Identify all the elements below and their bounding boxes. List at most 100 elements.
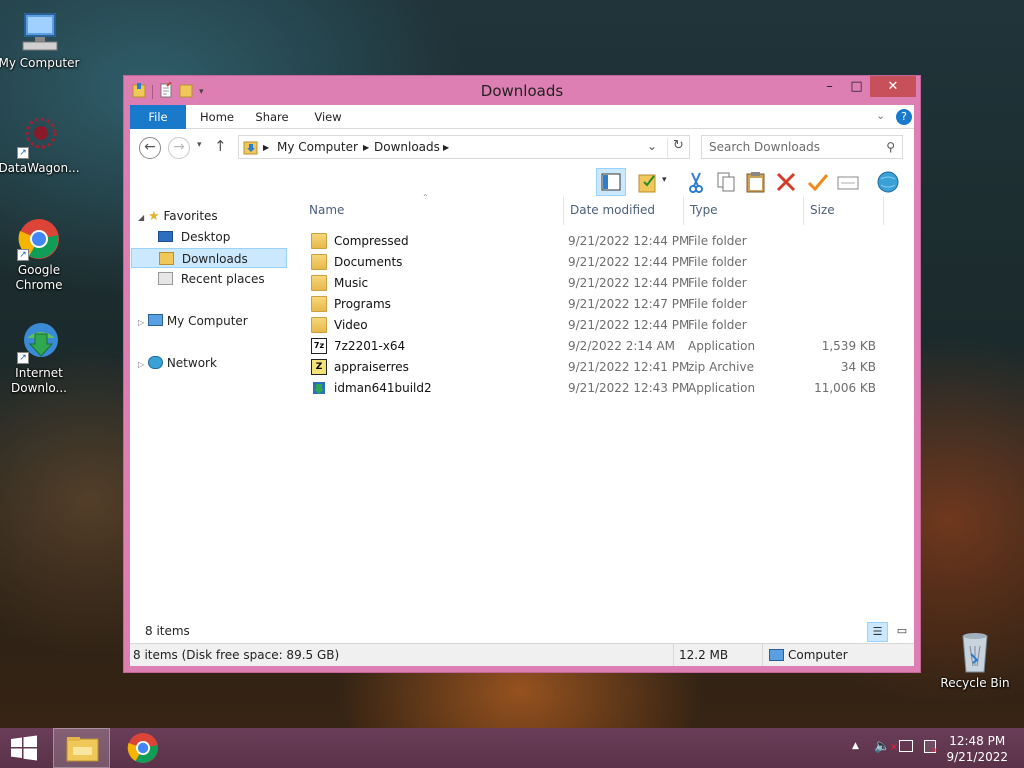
network-status-icon[interactable]	[899, 740, 913, 752]
breadcrumb-separator-icon[interactable]: ▶	[263, 143, 269, 152]
internet-download-manager-icon: ↗	[17, 320, 61, 364]
title-bar[interactable]: ▾ Downloads – □ ✕	[124, 76, 920, 105]
desktop-icon	[158, 231, 173, 242]
file-row-music[interactable]: Music 9/21/2022 12:44 PM File folder	[302, 273, 892, 294]
address-history-icon[interactable]: ⌄	[647, 139, 657, 153]
breadcrumb-my-computer[interactable]: My Computer	[277, 140, 358, 154]
folder-icon	[311, 275, 327, 291]
expand-ribbon-icon[interactable]: ⌄	[876, 109, 885, 122]
help-icon[interactable]: ?	[896, 109, 912, 125]
network-icon	[147, 356, 163, 369]
up-button[interactable]: ↑	[214, 137, 227, 155]
file-row-documents[interactable]: Documents 9/21/2022 12:44 PM File folder	[302, 252, 892, 273]
nav-network[interactable]: ▷ Network	[138, 353, 217, 373]
taskbar-file-explorer[interactable]	[53, 728, 110, 768]
chrome-icon	[127, 733, 158, 763]
status-bar: 8 items (Disk free space: 89.5 GB) 12.2 …	[130, 643, 914, 666]
nav-favorites[interactable]: ◢ ★ Favorites	[138, 206, 218, 226]
file-row-7z2201-x64[interactable]: 7z 7z2201-x64 9/2/2022 2:14 AM Applicati…	[302, 336, 892, 357]
navigation-pane: ◢ ★ Favorites Desktop Downloads Recent p…	[130, 197, 290, 643]
nav-item-desktop-label: Desktop	[180, 230, 231, 244]
column-header-size[interactable]: Size	[810, 203, 835, 217]
breadcrumb-separator-icon[interactable]: ▶	[443, 143, 449, 152]
tab-view[interactable]: View	[305, 105, 351, 129]
file-list: ⌃ Name Date modified Type Size Compresse…	[302, 193, 914, 643]
file-date: 9/21/2022 12:44 PM	[568, 276, 690, 290]
rename-icon[interactable]	[806, 170, 830, 194]
volume-muted-icon[interactable]: 🔈✕	[874, 739, 898, 754]
address-row: ← → ▾ ↑ ▶ My Computer ▶ Downloads ▶ ⌄ ↻ …	[130, 129, 914, 167]
folder-icon	[311, 317, 327, 333]
file-row-idman641build2[interactable]: idman641build2 9/21/2022 12:43 PM Applic…	[302, 378, 892, 399]
action-center-icon[interactable]: ✕	[924, 740, 938, 755]
taskbar: ▲ 🔈✕ ✕ 12:48 PM 9/21/2022	[0, 728, 1024, 768]
delete-icon[interactable]	[774, 170, 798, 194]
desktop-icon-google-chrome[interactable]: ↗ Google Chrome	[0, 217, 81, 293]
details-view-icon[interactable]: ☰	[867, 622, 888, 642]
copy-icon[interactable]	[714, 170, 738, 194]
select-icon[interactable]	[636, 170, 660, 194]
tab-share[interactable]: Share	[250, 105, 294, 129]
desktop-icon-label: Internet Downlo...	[11, 366, 67, 395]
start-button[interactable]	[0, 728, 48, 768]
column-header-name[interactable]: Name	[309, 203, 344, 217]
tab-file[interactable]: File	[130, 105, 186, 129]
forward-button[interactable]: →	[168, 137, 190, 159]
back-button[interactable]: ←	[139, 137, 161, 159]
minimize-button[interactable]: –	[816, 76, 843, 97]
nav-item-downloads[interactable]: Downloads	[131, 248, 287, 268]
file-row-video[interactable]: Video 9/21/2022 12:44 PM File folder	[302, 315, 892, 336]
show-hidden-icons-button[interactable]: ▲	[852, 741, 859, 751]
breadcrumb-downloads[interactable]: Downloads	[374, 140, 440, 154]
file-date: 9/21/2022 12:43 PM	[568, 381, 690, 395]
file-row-programs[interactable]: Programs 9/21/2022 12:47 PM File folder	[302, 294, 892, 315]
preview-pane-button[interactable]	[596, 168, 626, 196]
ribbon-tabs: File Home Share View ⌄ ?	[130, 105, 914, 129]
paste-icon[interactable]	[744, 170, 768, 194]
recent-locations-icon[interactable]: ▾	[197, 140, 202, 150]
column-divider[interactable]	[803, 197, 804, 225]
globe-icon[interactable]	[876, 170, 900, 194]
taskbar-clock[interactable]: 12:48 PM 9/21/2022	[946, 733, 1008, 765]
taskbar-chrome[interactable]	[117, 728, 169, 768]
close-button[interactable]: ✕	[870, 76, 916, 97]
search-input[interactable]: Search Downloads ⚲	[701, 135, 903, 159]
desktop-icon-datawagon[interactable]: ↗ DataWagon...	[0, 115, 81, 176]
properties-icon[interactable]	[836, 170, 860, 194]
file-date: 9/21/2022 12:47 PM	[568, 297, 690, 311]
file-type: File folder	[688, 276, 747, 290]
file-type: Application	[688, 339, 756, 353]
tab-home[interactable]: Home	[192, 105, 242, 129]
column-header-type[interactable]: Type	[690, 203, 718, 217]
search-icon[interactable]: ⚲	[886, 136, 895, 158]
column-divider[interactable]	[883, 197, 884, 225]
desktop-icon-internet-download-manager[interactable]: ↗ Internet Downlo...	[0, 320, 81, 396]
address-bar[interactable]: ▶ My Computer ▶ Downloads ▶ ⌄ ↻	[238, 135, 690, 159]
select-dropdown-icon[interactable]: ▾	[662, 175, 667, 185]
column-divider[interactable]	[683, 197, 684, 225]
expand-arrow-icon[interactable]: ▷	[138, 318, 144, 327]
nav-item-recent-places[interactable]: Recent places	[158, 269, 265, 289]
explorer-body: ◢ ★ Favorites Desktop Downloads Recent p…	[130, 193, 914, 643]
file-date: 9/2/2022 2:14 AM	[568, 339, 676, 353]
nav-my-computer-label: My Computer	[166, 314, 248, 328]
maximize-button[interactable]: □	[843, 76, 870, 97]
nav-item-desktop[interactable]: Desktop	[158, 227, 230, 247]
column-divider[interactable]	[563, 197, 564, 225]
nav-my-computer[interactable]: ▷ My Computer	[138, 311, 248, 331]
folder-icon	[311, 254, 327, 270]
expand-arrow-icon[interactable]: ◢	[138, 213, 144, 222]
file-name: 7z2201-x64	[334, 339, 406, 353]
desktop-icon-my-computer[interactable]: My Computer	[0, 10, 81, 71]
file-row-appraiserres[interactable]: Z appraiserres 9/21/2022 12:41 PM zip Ar…	[302, 357, 892, 378]
desktop-icon-label: Google Chrome	[15, 263, 63, 292]
breadcrumb-separator-icon[interactable]: ▶	[363, 143, 369, 152]
large-icons-view-icon[interactable]: ▭	[892, 622, 912, 642]
column-header-date-modified[interactable]: Date modified	[570, 203, 655, 217]
desktop-icon-recycle-bin[interactable]: Recycle Bin	[933, 630, 1017, 691]
refresh-icon[interactable]: ↻	[667, 138, 689, 158]
file-date: 9/21/2022 12:44 PM	[568, 255, 690, 269]
file-row-compressed[interactable]: Compressed 9/21/2022 12:44 PM File folde…	[302, 231, 892, 252]
cut-icon[interactable]	[684, 170, 708, 194]
expand-arrow-icon[interactable]: ▷	[138, 360, 144, 369]
